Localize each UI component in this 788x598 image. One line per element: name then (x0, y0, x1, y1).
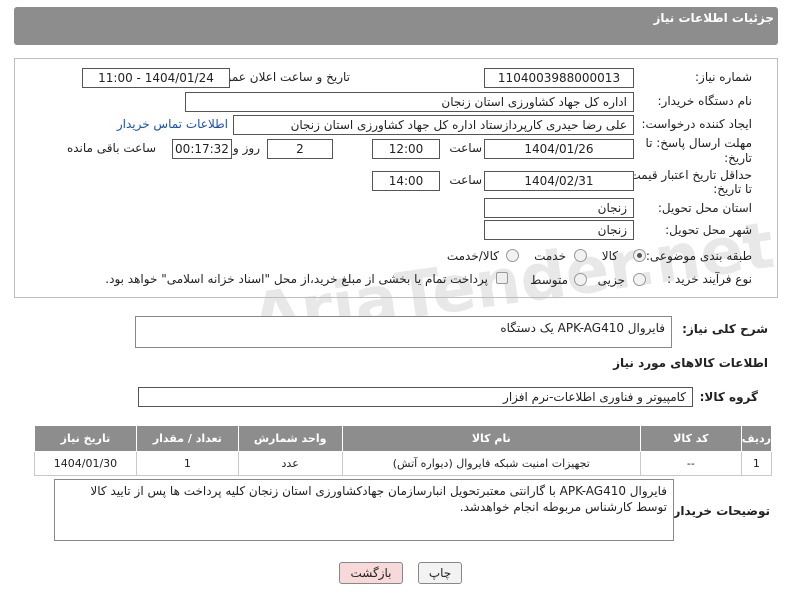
days-label: روز و (233, 141, 260, 155)
category-radio-service[interactable] (574, 249, 587, 262)
page-title: جزئیات اطلاعات نیاز (653, 11, 774, 25)
column-goods-name: نام کالا (341, 425, 641, 452)
validity-label: حداقل تاریخ اعتبار قیمت: (625, 168, 752, 182)
announce-field: 1404/01/24 - 11:00 (82, 68, 230, 88)
column-row: ردیف (740, 425, 773, 452)
column-unit: واحد شمارش (237, 425, 343, 452)
province-label: استان محل تحویل: (657, 201, 752, 215)
validity-time-field: 14:00 (372, 171, 440, 191)
deadline-label-2: تاریخ: (724, 151, 752, 165)
cell-unit: عدد (237, 451, 343, 476)
cell-row: 1 (740, 451, 773, 476)
treasury-payment-checkbox[interactable] (496, 272, 508, 284)
purchase-option-minor: جزیی (597, 273, 625, 287)
goods-table: تاریخ نیاز تعداد / مقدار واحد شمارش نام … (34, 425, 773, 476)
days-field: 2 (267, 139, 333, 159)
column-quantity: تعداد / مقدار (135, 425, 239, 452)
cell-quantity: 1 (135, 451, 239, 476)
validity-time-label: ساعت (449, 173, 482, 187)
cell-goods-name: تجهیزات امنیت شبکه فایروال (دیواره آتش) (341, 451, 641, 476)
category-option-both: کالا/خدمت (446, 249, 499, 263)
category-option-service: خدمت (534, 249, 566, 263)
purchase-radio-minor[interactable] (633, 273, 646, 286)
description-label: شرح کلی نیاز: (682, 322, 768, 336)
category-label: طبقه بندی موضوعی: (645, 249, 752, 263)
category-option-goods: کالا (601, 249, 618, 263)
category-radio-both[interactable] (506, 249, 519, 262)
buyer-notes-label: توضیحات خریدار: (668, 504, 770, 518)
remaining-time-field: 00:17:32 (172, 139, 232, 159)
description-textarea[interactable]: فایروال APK-AG410 یک دستگاه (135, 316, 672, 348)
deadline-date-field: 1404/01/26 (484, 139, 634, 159)
buyer-notes-textarea[interactable]: فایروال APK-AG410 با گارانتی معتبرتحویل … (54, 479, 674, 541)
purchase-radio-medium[interactable] (574, 273, 587, 286)
need-number-label: شماره نیاز: (695, 70, 752, 84)
purchase-option-medium: متوسط (530, 273, 568, 287)
city-field: زنجان (484, 220, 634, 240)
buyer-org-label: نام دستگاه خریدار: (657, 94, 753, 108)
deadline-time-label: ساعت (449, 141, 482, 155)
province-field: زنجان (484, 198, 634, 218)
print-button[interactable]: چاپ (418, 562, 462, 584)
column-goods-code: کد کالا (639, 425, 742, 452)
remaining-label: ساعت باقی مانده (66, 141, 156, 155)
goods-table-header: تاریخ نیاز تعداد / مقدار واحد شمارش نام … (34, 425, 773, 452)
creator-field: علی رضا حیدری کارپردازستاد اداره کل جهاد… (233, 115, 634, 135)
column-date: تاریخ نیاز (34, 425, 137, 452)
treasury-payment-note: پرداخت تمام یا بخشی از مبلغ خرید،از محل … (105, 272, 488, 286)
deadline-time-field: 12:00 (372, 139, 440, 159)
creator-label: ایجاد کننده درخواست: (641, 117, 752, 131)
purchase-type-label: نوع فرآیند خرید : (667, 272, 752, 286)
cell-date: 1404/01/30 (34, 451, 137, 476)
city-label: شهر محل تحویل: (665, 223, 752, 237)
goods-section-title: اطلاعات کالاهای مورد نیاز (613, 356, 768, 370)
category-radio-goods[interactable] (633, 249, 646, 262)
validity-label-2: تا تاریخ: (713, 182, 752, 196)
validity-date-field: 1404/02/31 (484, 171, 634, 191)
need-number-field: 1104003988000013 (484, 68, 634, 88)
table-row: 1404/01/30 1 عدد تجهیزات امنیت شبکه فایر… (34, 451, 773, 476)
back-button[interactable]: بازگشت (339, 562, 403, 584)
cell-goods-code: -- (639, 451, 742, 476)
goods-group-label: گروه کالا: (699, 390, 758, 404)
buyer-org-field: اداره کل جهاد کشاورزی استان زنجان (185, 92, 634, 112)
deadline-label: مهلت ارسال پاسخ: تا (645, 136, 752, 150)
goods-group-field: کامپیوتر و فناوری اطلاعات-نرم افزار (138, 387, 693, 407)
contact-info-link[interactable]: اطلاعات تماس خریدار (117, 117, 228, 131)
